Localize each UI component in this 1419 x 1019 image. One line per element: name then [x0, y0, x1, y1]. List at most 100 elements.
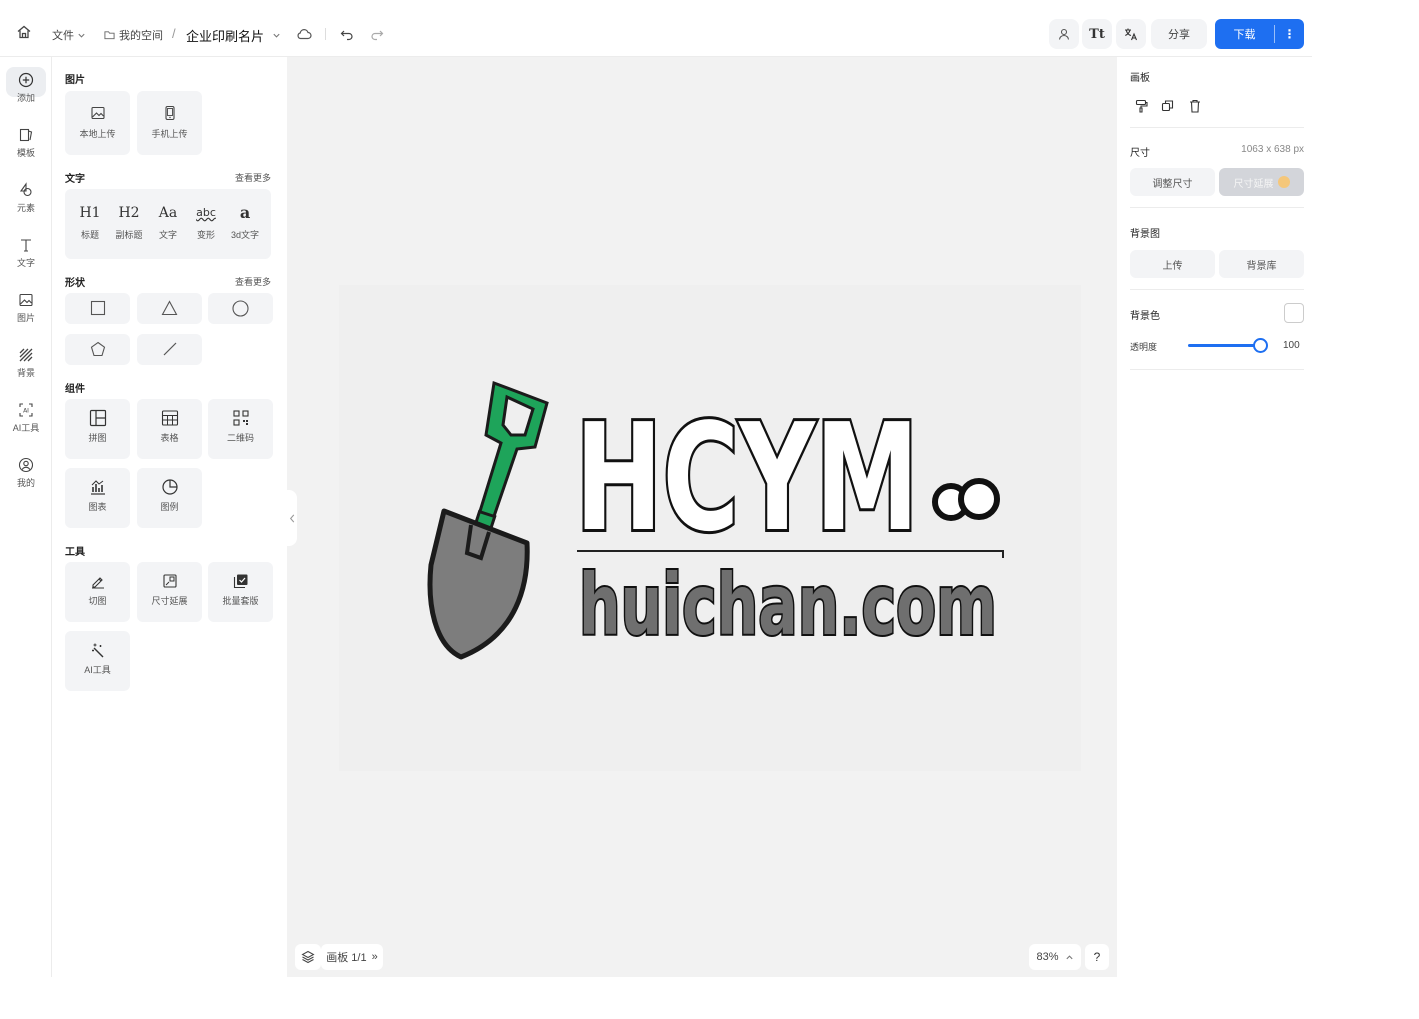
download-button-group: 下载 ⋮ [1215, 19, 1304, 49]
tile-label: 拼图 [88, 433, 107, 443]
background-library-button[interactable]: 背景库 [1219, 250, 1304, 278]
text-see-more-link[interactable]: 查看更多 [235, 171, 271, 184]
rail-label: AI工具 [12, 423, 40, 433]
hcym-logo[interactable]: HCYM huichan.com [339, 285, 1081, 771]
rail-item-ai-tools[interactable]: AI AI工具 [0, 402, 52, 434]
help-button[interactable]: ? [1085, 944, 1109, 970]
section-title-shapes: 形状 [65, 278, 85, 289]
collage-button[interactable]: 拼图 [65, 399, 130, 459]
resize-extend-tool-button[interactable]: 尺寸延展 [137, 562, 202, 622]
canvas-area[interactable]: HCYM huichan.com 画板 1/1 » 83% ? [287, 57, 1117, 977]
download-more-button[interactable]: ⋮ [1275, 27, 1304, 41]
resize-button[interactable]: 调整尺寸 [1130, 168, 1215, 196]
square-shape-button[interactable] [65, 293, 130, 324]
qrcode-button[interactable]: 二维码 [208, 399, 273, 459]
circle-shape-button[interactable] [208, 293, 273, 324]
size-extend-button[interactable]: 尺寸延展 [1219, 168, 1304, 196]
cloud-save-icon[interactable] [296, 27, 312, 44]
opacity-value: 100 [1283, 340, 1300, 351]
line-shape-button[interactable] [137, 334, 202, 365]
undo-icon[interactable] [340, 27, 354, 44]
share-button[interactable]: 分享 [1151, 19, 1207, 49]
panel-divider [1130, 289, 1304, 290]
duplicate-icon[interactable] [1161, 99, 1174, 116]
translate-button[interactable] [1116, 19, 1146, 49]
background-color-swatch[interactable] [1284, 303, 1304, 323]
text-preset-3d[interactable]: a 3d文字 [227, 203, 263, 241]
text-presets: H1 标题 H2 副标题 Aa 文字 abc 变形 a 3d文字 [65, 189, 271, 259]
pentagon-shape-button[interactable] [65, 334, 130, 365]
tile-label: 图例 [160, 502, 179, 512]
legend-button[interactable]: 图例 [137, 468, 202, 528]
table-button[interactable]: 表格 [137, 399, 202, 459]
rail-item-elements[interactable]: 元素 [0, 182, 52, 214]
toolbar-divider [325, 28, 326, 40]
chart-button[interactable]: 图表 [65, 468, 130, 528]
delete-icon[interactable] [1189, 99, 1201, 116]
rail-item-add[interactable]: 添加 [0, 67, 52, 104]
tile-label: AI工具 [84, 665, 111, 675]
warp-text-glyph: abc [196, 206, 216, 219]
download-button[interactable]: 下载 [1215, 26, 1274, 42]
document-title[interactable]: 企业印刷名片 [186, 26, 281, 45]
svg-text:AI: AI [23, 408, 29, 415]
page-indicator[interactable]: 画板 1/1 » [321, 944, 383, 970]
rail-item-text[interactable]: 文字 [0, 237, 52, 269]
phone-upload-button[interactable]: 手机上传 [137, 91, 202, 155]
subheading-glyph: H2 [118, 205, 140, 221]
text-preset-body[interactable]: Aa 文字 [150, 203, 186, 241]
opacity-slider-thumb[interactable] [1253, 338, 1268, 353]
ai-tool-button[interactable]: AI工具 [65, 631, 130, 691]
tile-label: 手机上传 [151, 129, 188, 139]
line-shape-icon [163, 342, 176, 356]
circle-shape-icon [232, 300, 249, 317]
folder-icon [104, 31, 115, 40]
zoom-control[interactable]: 83% [1029, 944, 1081, 970]
rail-label: 我的 [16, 478, 35, 488]
rail-item-background[interactable]: 背景 [0, 347, 52, 379]
triangle-shape-button[interactable] [137, 293, 202, 324]
qrcode-icon [232, 410, 249, 426]
opacity-label: 透明度 [1130, 342, 1158, 352]
font-size-button[interactable]: Tt [1082, 19, 1112, 49]
rail-item-mine[interactable]: 我的 [0, 457, 52, 489]
image-icon [19, 293, 33, 307]
board-title: 画板 [1130, 73, 1150, 84]
collaborator-button[interactable] [1049, 19, 1079, 49]
background-upload-button[interactable]: 上传 [1130, 250, 1215, 278]
home-icon[interactable] [16, 24, 36, 44]
size-value: 1063 x 638 px [1241, 144, 1304, 155]
shapes-see-more-link[interactable]: 查看更多 [235, 275, 271, 288]
cutout-tool-button[interactable]: 切图 [65, 562, 130, 622]
ai-icon: AI [19, 403, 33, 417]
layers-button[interactable] [295, 944, 321, 970]
batch-template-tool-button[interactable]: 批量套版 [208, 562, 273, 622]
batch-template-icon [233, 574, 247, 589]
rail-item-image[interactable]: 图片 [0, 292, 52, 324]
pentagon-shape-icon [90, 341, 105, 357]
text-preset-subheading[interactable]: H2 副标题 [111, 203, 147, 241]
plus-circle-icon [18, 72, 34, 88]
size-label: 尺寸 [1130, 148, 1150, 159]
zoom-value: 83% [1036, 951, 1059, 963]
translate-icon [1125, 28, 1138, 41]
local-upload-button[interactable]: 本地上传 [65, 91, 130, 155]
tile-label: 尺寸延展 [151, 596, 188, 606]
format-painter-icon[interactable] [1135, 99, 1148, 116]
text-preset-warp[interactable]: abc 变形 [188, 203, 224, 241]
redo-icon[interactable] [370, 27, 384, 44]
collapse-panel-button[interactable] [287, 490, 297, 546]
bubbles-decoration [932, 478, 1000, 521]
text-3d-glyph: a [239, 203, 251, 222]
square-shape-icon [90, 300, 105, 316]
heading-glyph: H1 [79, 205, 101, 221]
my-space-link[interactable]: 我的空间 [104, 27, 163, 43]
artboard[interactable]: HCYM huichan.com [339, 285, 1081, 771]
shovel-icon [427, 380, 549, 660]
section-title-components: 组件 [65, 384, 85, 395]
rail-item-template[interactable]: 模板 [0, 127, 52, 159]
text-preset-label: 变形 [196, 230, 215, 240]
file-menu[interactable]: 文件 [52, 27, 86, 43]
text-preset-heading[interactable]: H1 标题 [72, 203, 108, 241]
opacity-slider-track[interactable] [1188, 344, 1260, 347]
